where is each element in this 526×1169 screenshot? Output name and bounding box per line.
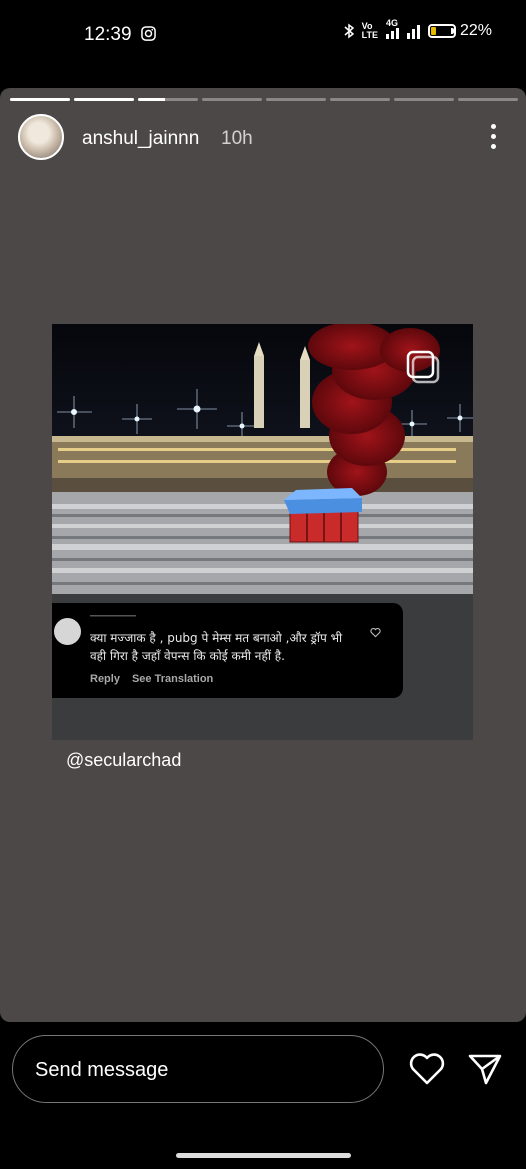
comment-like-icon bbox=[370, 627, 381, 638]
progress-segment bbox=[74, 98, 134, 101]
battery-percent: 22% bbox=[459, 22, 492, 39]
comment-reply-label: Reply bbox=[90, 673, 120, 685]
story-reply-bar: Send message bbox=[0, 1022, 526, 1169]
heart-icon[interactable] bbox=[408, 1051, 446, 1087]
comment-text: क्या मज्जाक है , pubg पे मेम्स मत बनाओ ,… bbox=[90, 631, 343, 663]
story-progress-bar bbox=[10, 98, 518, 101]
send-icon[interactable] bbox=[467, 1051, 503, 1087]
progress-segment bbox=[458, 98, 518, 101]
comment-card: क्या मज्जाक है , pubg पे मेम्स मत बनाओ ,… bbox=[52, 603, 403, 698]
story-time-ago: 10h bbox=[221, 128, 253, 149]
more-options-icon[interactable] bbox=[490, 124, 496, 149]
progress-segment bbox=[330, 98, 390, 101]
network-type: 4G bbox=[385, 18, 398, 28]
avatar[interactable] bbox=[18, 114, 64, 160]
battery-icon bbox=[427, 24, 456, 38]
story-viewer[interactable]: anshul_jainnn 10h क्या मज्जाक है , pubg … bbox=[0, 88, 526, 1022]
signal-icon: 4G bbox=[384, 19, 422, 39]
status-time: 12:39 bbox=[84, 24, 132, 45]
volte-icon: Vo LTE bbox=[361, 21, 378, 40]
progress-segment bbox=[202, 98, 262, 101]
progress-segment bbox=[266, 98, 326, 101]
status-bar: 12:39 Vo LTE 4G 22% bbox=[0, 0, 526, 70]
send-message-input[interactable]: Send message bbox=[12, 1035, 384, 1103]
send-message-placeholder: Send message bbox=[35, 1059, 169, 1081]
shared-post[interactable]: क्या मज्जाक है , pubg पे मेम्स मत बनाओ ,… bbox=[52, 324, 473, 740]
post-image bbox=[52, 324, 473, 594]
story-username[interactable]: anshul_jainnn bbox=[82, 128, 199, 150]
instagram-icon bbox=[141, 26, 156, 41]
progress-segment bbox=[10, 98, 70, 101]
bluetooth-icon bbox=[344, 23, 354, 39]
progress-segment bbox=[138, 98, 198, 101]
comment-actions: Reply See Translation bbox=[90, 673, 213, 685]
mention-sticker[interactable]: @secularchad bbox=[66, 750, 181, 771]
home-indicator[interactable] bbox=[176, 1153, 351, 1158]
commenter-avatar bbox=[54, 618, 81, 645]
commenter-username bbox=[90, 615, 136, 617]
status-icons: Vo LTE 4G 22% bbox=[342, 19, 492, 40]
progress-segment bbox=[394, 98, 454, 101]
comment-see-translation-label: See Translation bbox=[131, 673, 214, 685]
